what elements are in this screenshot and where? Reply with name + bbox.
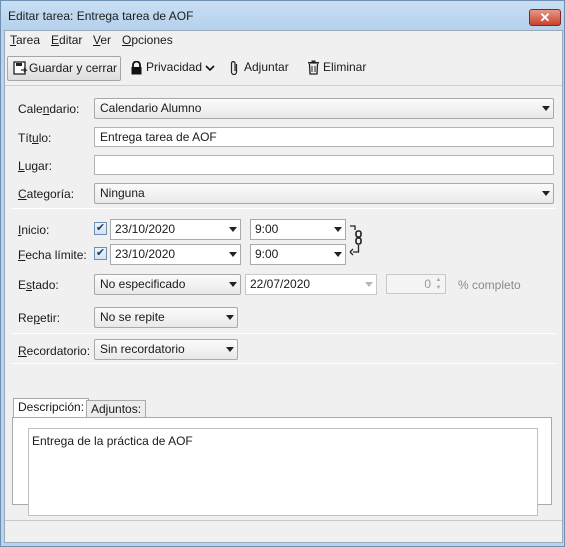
reminder-label: Recordatorio: <box>18 344 91 358</box>
task-editor-window: Editar tarea: Entrega tarea de AOF ✕ Tar… <box>0 0 565 547</box>
menu-tarea[interactable]: Tarea <box>10 33 40 47</box>
tab-description[interactable]: Descripción: <box>13 398 90 419</box>
menu-bar: Tarea Editar Ver Opciones <box>5 31 562 49</box>
dropdown-arrow-icon <box>542 191 550 196</box>
dropdown-arrow-icon <box>229 282 237 287</box>
status-bar <box>5 520 562 542</box>
status-select[interactable]: No especificado <box>94 274 241 295</box>
due-date-picker[interactable]: 23/10/2020 <box>110 244 241 265</box>
start-label: Inicio: <box>18 223 50 237</box>
spin-arrows-icon: ▲ ▼ <box>435 277 442 291</box>
lock-icon <box>131 60 142 75</box>
due-label: Fecha límite: <box>18 248 87 262</box>
start-time-picker[interactable]: 9:00 <box>250 219 346 240</box>
close-button[interactable]: ✕ <box>529 9 561 26</box>
dropdown-arrow-icon <box>334 252 342 257</box>
title-field[interactable]: Entrega tarea de AOF <box>94 127 554 147</box>
save-icon <box>13 61 28 75</box>
start-checkbox[interactable]: ✔ <box>94 222 107 235</box>
save-close-button[interactable]: Guardar y cerrar <box>7 56 121 81</box>
dropdown-arrow-icon <box>226 315 234 320</box>
dropdown-arrow-icon <box>542 106 550 111</box>
privacy-button[interactable]: Privacidad <box>130 56 220 81</box>
title-bar[interactable]: Editar tarea: Entrega tarea de AOF ✕ <box>1 1 564 31</box>
repeat-select[interactable]: No se repite <box>94 307 238 328</box>
location-label: Lugar: <box>18 159 53 173</box>
toolbar: Guardar y cerrar Privacidad Adjuntar Eli… <box>5 50 562 86</box>
close-icon: ✕ <box>539 10 551 25</box>
percent-spinner: 0 ▲ ▼ <box>386 274 446 294</box>
description-textarea[interactable]: Entrega de la práctica de AOF <box>28 428 538 516</box>
dropdown-arrow-icon <box>334 227 342 232</box>
client-area: Tarea Editar Ver Opciones Guardar y cerr… <box>4 30 563 543</box>
status-date-picker: 22/07/2020 <box>245 274 377 295</box>
separator <box>11 333 556 334</box>
dropdown-arrow-icon <box>226 347 234 352</box>
description-panel: Entrega de la práctica de AOF <box>12 417 552 516</box>
status-label: Estado: <box>18 278 59 292</box>
calendar-select[interactable]: Calendario Alumno <box>94 98 554 119</box>
dropdown-arrow-icon <box>365 282 373 287</box>
category-label: Categoría: <box>18 187 75 201</box>
separator <box>11 208 556 209</box>
separator <box>11 363 556 364</box>
chevron-down-icon <box>205 65 215 71</box>
category-select[interactable]: Ninguna <box>94 183 554 204</box>
due-checkbox[interactable]: ✔ <box>94 247 107 260</box>
reminder-select[interactable]: Sin recordatorio <box>94 339 238 360</box>
start-date-picker[interactable]: 23/10/2020 <box>110 219 241 240</box>
location-field[interactable] <box>94 155 554 175</box>
title-label: Título: <box>18 131 52 145</box>
calendar-label: Calendario: <box>18 102 80 116</box>
delete-button[interactable]: Eliminar <box>307 56 371 81</box>
menu-editar[interactable]: Editar <box>51 33 82 47</box>
dropdown-arrow-icon <box>229 252 237 257</box>
repeat-label: Repetir: <box>18 311 61 325</box>
percent-complete-label: % completo <box>458 278 521 292</box>
paperclip-icon <box>230 60 238 75</box>
trash-icon <box>308 60 319 75</box>
link-dates-icon[interactable] <box>349 224 365 262</box>
window-title: Editar tarea: Entrega tarea de AOF <box>8 9 194 23</box>
due-time-picker[interactable]: 9:00 <box>250 244 346 265</box>
attach-button[interactable]: Adjuntar <box>229 56 299 81</box>
menu-opciones[interactable]: Opciones <box>122 33 173 47</box>
menu-ver[interactable]: Ver <box>93 33 111 47</box>
dropdown-arrow-icon <box>229 227 237 232</box>
